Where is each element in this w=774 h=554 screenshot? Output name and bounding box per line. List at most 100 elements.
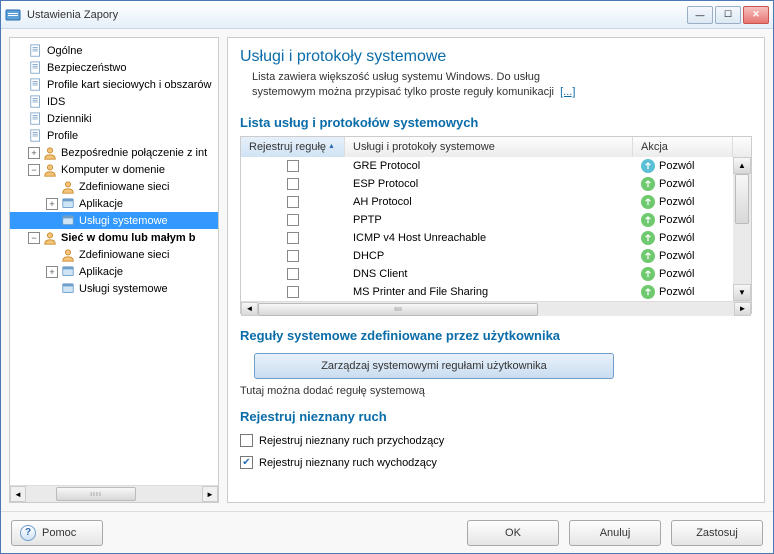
service-name: AH Protocol [345,193,633,211]
more-link[interactable]: [...] [560,86,575,98]
col-action[interactable]: Akcja [633,137,733,157]
tree-item[interactable]: Zdefiniowane sieci [10,178,218,195]
tree-item[interactable]: Bezpieczeństwo [10,59,218,76]
scroll-track[interactable]: ıııı [258,302,734,316]
user-rules-title: Reguły systemowe zdefiniowane przez użyt… [240,328,752,343]
scroll-left-button[interactable]: ◄ [10,486,26,502]
checkbox-icon[interactable] [287,268,299,280]
tree-item[interactable]: −Sieć w domu lub małym b [10,229,218,246]
expand-icon [14,62,26,74]
tree-item-label: Dzienniki [47,113,92,125]
scroll-thumb[interactable] [735,174,749,224]
minimize-button[interactable]: — [687,6,713,24]
expand-icon[interactable]: + [46,266,58,278]
net-icon [60,179,76,195]
help-icon: ? [20,525,36,541]
checkbox-icon[interactable] [287,178,299,190]
tree-item[interactable]: Profile kart sieciowych i obszarów [10,76,218,93]
expand-icon[interactable]: + [28,147,40,159]
scroll-down-button[interactable]: ▼ [733,284,751,301]
horizontal-scrollbar[interactable]: ◄ ıııı ► [241,301,751,316]
table-row[interactable]: AH ProtocolPozwól [241,193,733,211]
expand-icon[interactable]: − [28,164,40,176]
col-register[interactable]: Rejestruj regułę▲ [241,137,345,157]
table-body: GRE ProtocolPozwólESP ProtocolPozwólAH P… [241,157,751,301]
tree-item[interactable]: Ogólne [10,42,218,59]
table-row[interactable]: PPTPPozwól [241,211,733,229]
tree-item[interactable]: Zdefiniowane sieci [10,246,218,263]
page-description: Lista zawiera większość usług systemu Wi… [240,70,752,101]
log-outgoing-row[interactable]: Rejestruj nieznany ruch wychodzący [240,454,752,472]
register-cell[interactable] [241,283,345,301]
register-cell[interactable] [241,157,345,175]
register-cell[interactable] [241,229,345,247]
user-icon [42,145,58,161]
checkbox-icon[interactable] [287,196,299,208]
expand-icon [14,113,26,125]
manage-user-rules-button[interactable]: Zarządzaj systemowymi regułami użytkowni… [254,353,614,379]
services-table: Rejestruj regułę▲ Usługi i protokoły sys… [240,136,752,314]
register-cell[interactable] [241,265,345,283]
window: Ustawienia Zapory — ☐ ✕ OgólneBezpieczeń… [0,0,774,554]
log-incoming-row[interactable]: Rejestruj nieznany ruch przychodzący [240,432,752,450]
expand-icon[interactable]: − [28,232,40,244]
tree-item[interactable]: −Komputer w domenie [10,161,218,178]
vertical-scrollbar[interactable]: ▲ ▼ [733,157,751,301]
checkbox-icon[interactable] [287,250,299,262]
scroll-up-button[interactable]: ▲ [733,157,751,174]
scroll-thumb[interactable]: ıııı [258,303,538,316]
col-service[interactable]: Usługi i protokoły systemowe [345,137,633,157]
service-name: DHCP [345,247,633,265]
tree-item[interactable]: Profile [10,127,218,144]
table-row[interactable]: MS Printer and File SharingPozwól [241,283,733,301]
tree-item[interactable]: IDS [10,93,218,110]
tree-item[interactable]: +Aplikacje [10,195,218,212]
checkbox-icon[interactable] [287,214,299,226]
tree-horizontal-scrollbar[interactable]: ◄ ıııı ► [10,485,218,502]
apply-button[interactable]: Zastosuj [671,520,763,546]
scroll-right-button[interactable]: ► [734,302,751,316]
table-row[interactable]: ICMP v4 Host UnreachablePozwól [241,229,733,247]
table-row[interactable]: DHCPPozwól [241,247,733,265]
tree-item-label: Bezpośrednie połączenie z int [61,147,207,159]
ok-button[interactable]: OK [467,520,559,546]
maximize-button[interactable]: ☐ [715,6,741,24]
cancel-button[interactable]: Anuluj [569,520,661,546]
checkbox-icon[interactable] [240,456,253,469]
register-cell[interactable] [241,193,345,211]
expand-icon[interactable]: + [46,198,58,210]
tree-panel: OgólneBezpieczeństwoProfile kart sieciow… [9,37,219,503]
checkbox-icon[interactable] [240,434,253,447]
tree-item[interactable]: +Aplikacje [10,263,218,280]
table-row[interactable]: GRE ProtocolPozwól [241,157,733,175]
sys-icon [60,281,76,297]
page-title: Usługi i protokoły systemowe [240,48,752,66]
close-button[interactable]: ✕ [743,6,769,24]
tree-item-label: Zdefiniowane sieci [79,181,170,193]
service-name: MS Printer and File Sharing [345,283,633,301]
register-cell[interactable] [241,247,345,265]
scroll-thumb[interactable]: ıııı [56,487,136,501]
action-cell: Pozwól [633,157,733,175]
scroll-track[interactable] [733,174,751,284]
checkbox-icon[interactable] [287,286,299,298]
table-row[interactable]: DNS ClientPozwól [241,265,733,283]
help-button[interactable]: ? Pomoc [11,520,103,546]
tree-item[interactable]: Usługi systemowe [10,280,218,297]
right-panel: Usługi i protokoły systemowe Lista zawie… [227,37,765,503]
body: OgólneBezpieczeństwoProfile kart sieciow… [1,29,773,511]
checkbox-icon[interactable] [287,160,299,172]
tree[interactable]: OgólneBezpieczeństwoProfile kart sieciow… [10,38,218,485]
table-row[interactable]: ESP ProtocolPozwól [241,175,733,193]
scroll-track[interactable]: ıııı [26,486,202,502]
register-cell[interactable] [241,211,345,229]
tree-item[interactable]: + Bezpośrednie połączenie z int [10,144,218,161]
tree-item[interactable]: Usługi systemowe [10,212,218,229]
window-title: Ustawienia Zapory [27,9,687,21]
app-icon [5,7,21,23]
tree-item[interactable]: Dzienniki [10,110,218,127]
scroll-left-button[interactable]: ◄ [241,302,258,316]
register-cell[interactable] [241,175,345,193]
scroll-right-button[interactable]: ► [202,486,218,502]
checkbox-icon[interactable] [287,232,299,244]
